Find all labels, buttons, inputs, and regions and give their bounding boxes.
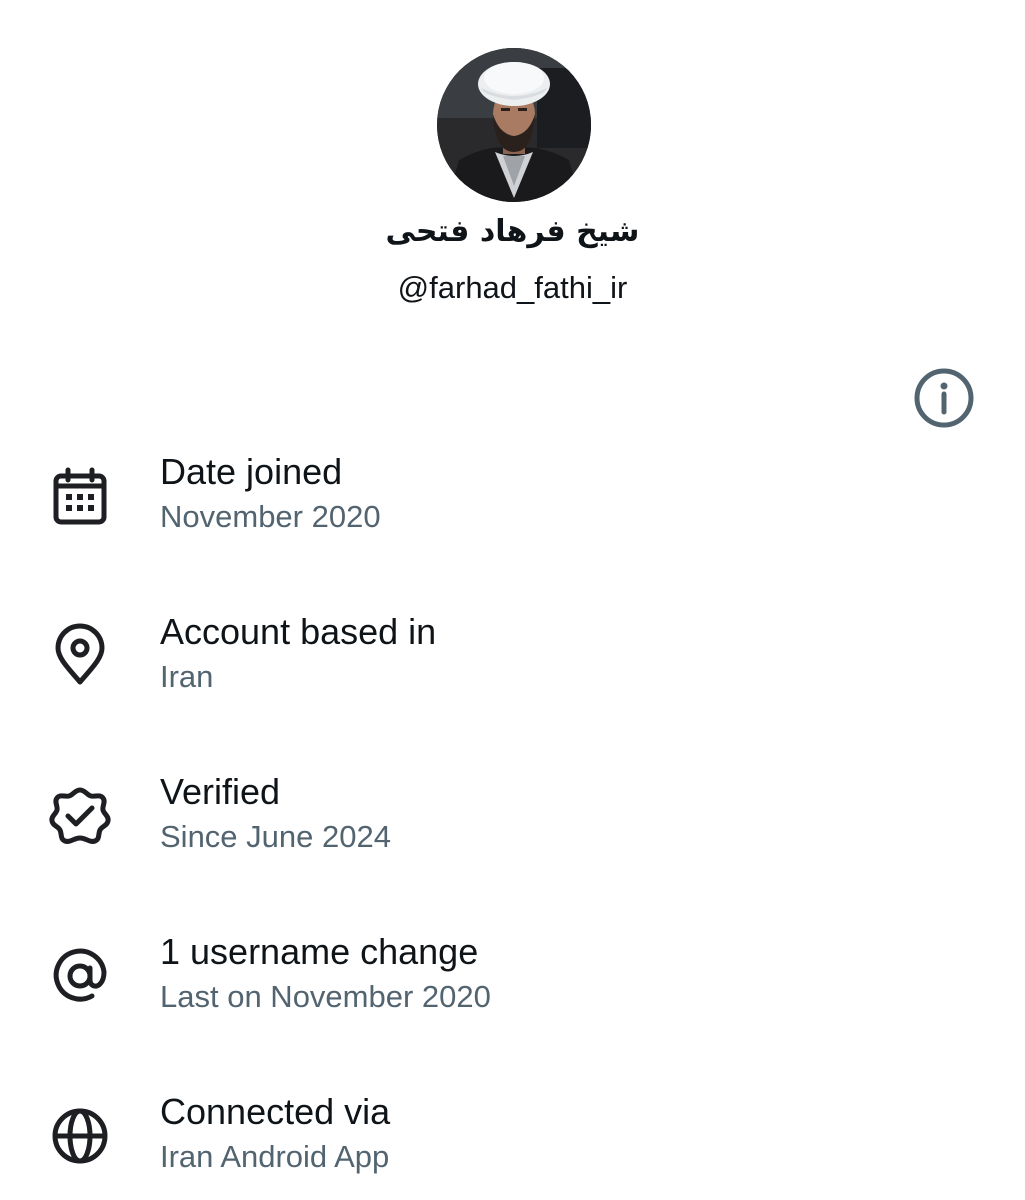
avatar[interactable] (437, 48, 591, 202)
username-change-value: Last on November 2020 (160, 979, 491, 1014)
connected-via-item: Connected via Iran Android App (0, 1058, 1025, 1198)
display-name: شیخ فرهاد فتحی (385, 214, 640, 249)
connected-via-value: Iran Android App (160, 1139, 390, 1174)
profile-header: شیخ فرهاد فتحی @farhad_fathi_ir (0, 0, 1025, 320)
connected-via-label: Connected via (160, 1091, 391, 1132)
verified-item: Verified Since June 2024 (0, 738, 1025, 878)
profile-photo (437, 48, 591, 202)
account-based-in-label: Account based in (160, 611, 437, 652)
info-icon (914, 368, 974, 428)
date-joined-item: Date joined November 2020 (0, 418, 1025, 558)
date-joined-label: Date joined (160, 451, 343, 492)
username-change-item: 1 username change Last on November 2020 (0, 898, 1025, 1038)
username-handle: @farhad_fathi_ir (397, 270, 628, 305)
verified-label: Verified (160, 771, 281, 812)
calendar-icon (44, 460, 116, 532)
globe-icon (44, 1100, 116, 1172)
verified-badge-icon (44, 780, 116, 852)
username-change-label: 1 username change (160, 931, 479, 972)
verified-info-button[interactable] (908, 362, 980, 434)
location-pin-icon (44, 620, 116, 692)
account-based-in-item: Account based in Iran (0, 578, 1025, 718)
at-sign-icon (44, 940, 116, 1012)
account-based-in-value: Iran (160, 659, 214, 694)
verified-since-value: Since June 2024 (160, 819, 391, 854)
date-joined-value: November 2020 (160, 499, 381, 534)
